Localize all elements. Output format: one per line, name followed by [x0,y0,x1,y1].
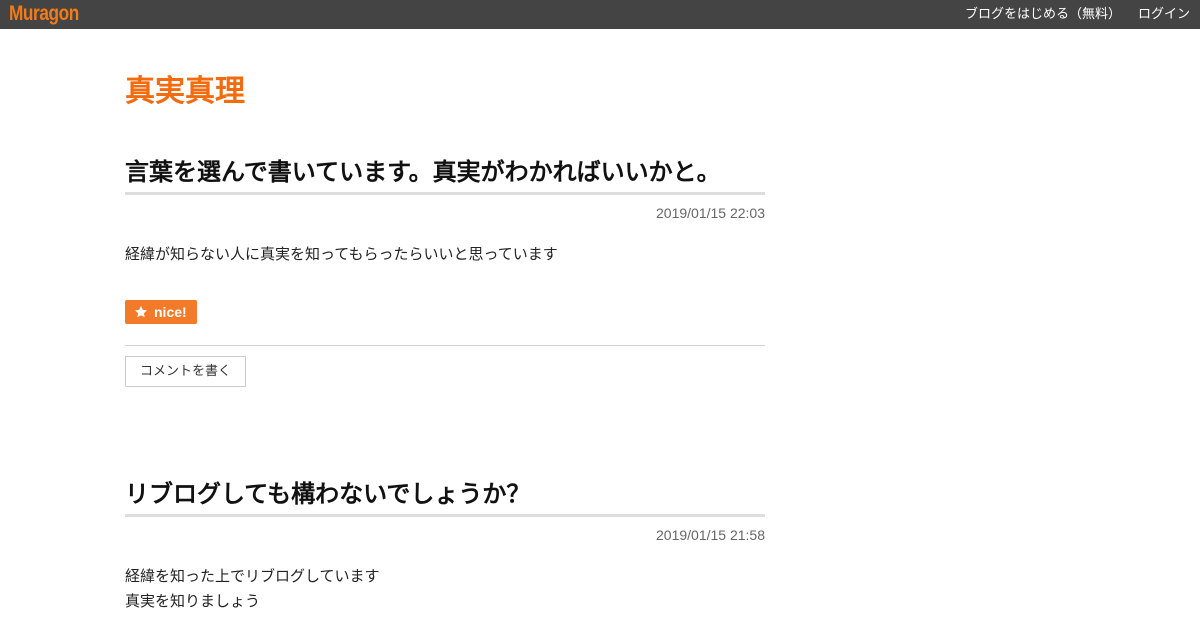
post-body: 経緯が知らない人に真実を知ってもらったらいいと思っています [125,242,765,267]
login-link[interactable]: ログイン [1138,0,1190,29]
nice-button-label: nice! [154,304,187,320]
post-title[interactable]: 言葉を選んで書いています。真実がわかればいいかと。 [125,156,765,195]
write-comment-button[interactable]: コメントを書く [125,356,247,387]
post-article: 言葉を選んで書いています。真実がわかればいいかと。 2019/01/15 22:… [125,156,765,387]
post-body-line: 経緯が知らない人に真実を知ってもらったらいいと思っています [125,245,558,263]
post-divider [125,345,765,346]
nice-button[interactable]: nice! [125,300,197,324]
top-nav: ブログをはじめる（無料） ログイン [948,0,1190,29]
post-title[interactable]: リブログしても構わないでしょうか？ [125,478,765,517]
post-body-line: 真実を知りましょう [125,592,261,610]
start-blog-link[interactable]: ブログをはじめる（無料） [965,0,1121,29]
top-bar: Muragon ブログをはじめる（無料） ログイン [0,0,1200,29]
post-date: 2019/01/15 21:58 [656,527,765,543]
star-icon [135,306,147,318]
post-body-line: 経緯を知った上でリブログしています [125,567,380,585]
post-body: 経緯を知った上でリブログしています 真実を知りましょう [125,564,765,614]
muragon-logo[interactable]: Muragon [9,2,79,26]
post-article: リブログしても構わないでしょうか？ 2019/01/15 21:58 経緯を知っ… [125,478,765,614]
blog-title[interactable]: 真実真理 [125,72,245,112]
post-date: 2019/01/15 22:03 [656,205,765,221]
